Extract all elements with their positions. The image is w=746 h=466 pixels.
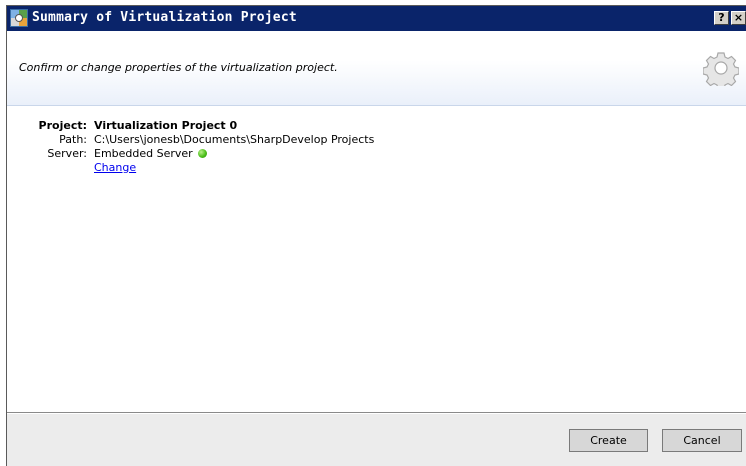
- project-name: Virtualization Project 0: [94, 119, 238, 132]
- wizard-header: Confirm or change properties of the virt…: [7, 31, 746, 106]
- create-button[interactable]: Create: [569, 429, 648, 452]
- app-icon: [10, 9, 28, 27]
- help-button[interactable]: ?: [714, 11, 729, 25]
- path-label: Path:: [59, 133, 87, 146]
- window-title: Summary of Virtualization Project: [32, 10, 297, 25]
- server-value: Embedded Server: [94, 147, 193, 160]
- dialog-footer: Create Cancel: [7, 414, 746, 466]
- dialog-window: Summary of Virtualization Project ? × Co…: [6, 5, 746, 466]
- project-label: Project:: [38, 119, 87, 132]
- gear-icon: [703, 52, 739, 86]
- close-button[interactable]: ×: [731, 11, 746, 25]
- path-value: C:\Users\jonesb\Documents\SharpDevelop P…: [94, 133, 375, 146]
- server-value-row: Embedded Server: [94, 147, 207, 160]
- title-bar[interactable]: Summary of Virtualization Project ? ×: [7, 6, 746, 31]
- server-status-icon: [197, 149, 207, 158]
- change-server-link[interactable]: Change: [94, 161, 136, 174]
- header-subtitle: Confirm or change properties of the virt…: [19, 61, 338, 74]
- cancel-button[interactable]: Cancel: [662, 429, 742, 452]
- server-label: Server:: [47, 147, 87, 160]
